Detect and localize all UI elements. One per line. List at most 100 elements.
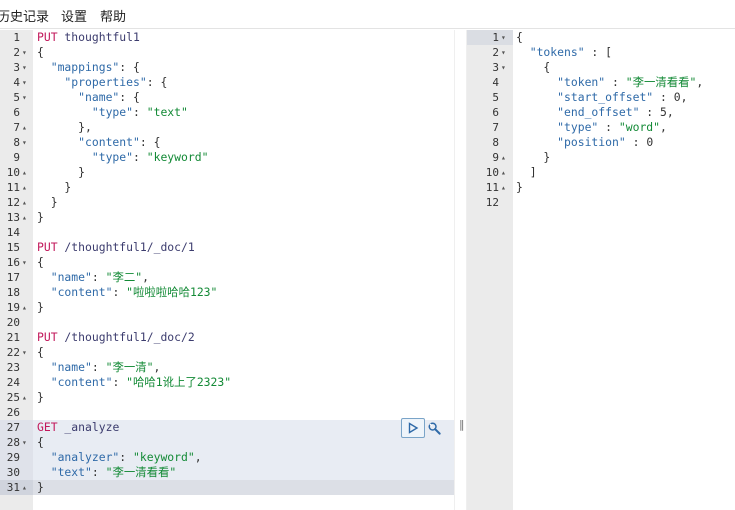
fold-open-icon[interactable]: ▾ bbox=[501, 45, 511, 60]
code-line[interactable]: 5 "start_offset" : 0, bbox=[467, 90, 735, 105]
response-lines[interactable]: 1 ▾{2 ▾ "tokens" : [3 ▾ {4 "token" : "李一清看看… bbox=[467, 30, 735, 210]
code-line[interactable]: 22 ▾{ bbox=[0, 345, 454, 360]
fold-close-icon[interactable]: ▴ bbox=[22, 480, 32, 495]
fold-open-icon[interactable]: ▾ bbox=[22, 135, 32, 150]
code-line[interactable]: 28 ▾{ bbox=[0, 435, 454, 450]
code-line[interactable]: 5 ▾ "name": { bbox=[0, 90, 454, 105]
line-number: 26 bbox=[6, 406, 20, 419]
code-line[interactable]: 11 ▴} bbox=[467, 180, 735, 195]
token-method: PUT bbox=[37, 30, 58, 44]
fold-open-icon[interactable]: ▾ bbox=[22, 435, 32, 450]
fold-open-icon[interactable]: ▾ bbox=[22, 60, 32, 75]
code-line[interactable]: 24 "content": "哈哈1讹上了2323" bbox=[0, 375, 454, 390]
code-line[interactable]: 15 PUT /thoughtful1/_doc/1 bbox=[0, 240, 454, 255]
token-punc: { bbox=[516, 30, 523, 44]
code-line[interactable]: 9 "type": "keyword" bbox=[0, 150, 454, 165]
code-line[interactable]: 12 bbox=[467, 195, 735, 210]
code-line[interactable]: 2 ▾ "tokens" : [ bbox=[467, 45, 735, 60]
code-line[interactable]: 14 bbox=[0, 225, 454, 240]
token-key: "properties" bbox=[37, 75, 147, 89]
code-line[interactable]: 8 ▾ "content": { bbox=[0, 135, 454, 150]
token-punc: } bbox=[37, 195, 58, 209]
token-punc: : bbox=[91, 270, 106, 284]
token-punc: { bbox=[37, 45, 44, 59]
fold-close-icon[interactable]: ▴ bbox=[22, 120, 32, 135]
code-line[interactable]: 2 ▾{ bbox=[0, 45, 454, 60]
fold-close-icon[interactable]: ▴ bbox=[22, 180, 32, 195]
fold-close-icon[interactable]: ▴ bbox=[22, 300, 32, 315]
menu-settings[interactable]: 设置 bbox=[61, 6, 87, 25]
code-line[interactable]: 27 GET _analyze bbox=[0, 420, 454, 435]
code-text: "analyzer": "keyword", bbox=[37, 450, 202, 465]
token-punc: : bbox=[133, 150, 147, 164]
token-punc: : { bbox=[146, 75, 168, 89]
code-line[interactable]: 10 ▴ ] bbox=[467, 165, 735, 180]
code-line[interactable]: 13 ▴} bbox=[0, 210, 454, 225]
code-line[interactable]: 16 ▾{ bbox=[0, 255, 454, 270]
token-key: "tokens" bbox=[516, 45, 585, 59]
code-line[interactable]: 17 "name": "李二", bbox=[0, 270, 454, 285]
code-line[interactable]: 20 bbox=[0, 315, 454, 330]
line-number: 15 bbox=[6, 241, 20, 254]
token-method: PUT bbox=[37, 330, 58, 344]
code-line[interactable]: 25 ▴} bbox=[0, 390, 454, 405]
code-line[interactable]: 26 bbox=[0, 405, 454, 420]
code-line[interactable]: 9 ▴ } bbox=[467, 150, 735, 165]
menu-history[interactable]: 历史记录 bbox=[0, 6, 49, 25]
line-number: 6 bbox=[13, 106, 20, 119]
token-key: "name" bbox=[37, 90, 120, 104]
code-line[interactable]: 3 ▾ "mappings": { bbox=[0, 60, 454, 75]
line-number: 20 bbox=[6, 316, 20, 329]
fold-close-icon[interactable]: ▴ bbox=[501, 165, 511, 180]
code-line[interactable]: 6 "end_offset" : 5, bbox=[467, 105, 735, 120]
fold-close-icon[interactable]: ▴ bbox=[22, 195, 32, 210]
code-line[interactable]: 18 "content": "啦啦啦哈哈123" bbox=[0, 285, 454, 300]
code-line[interactable]: 1 ▾{ bbox=[467, 30, 735, 45]
code-line[interactable]: 1 PUT thoughtful1 bbox=[0, 30, 454, 45]
token-key: "token" bbox=[516, 75, 606, 89]
code-line[interactable]: 29 "analyzer": "keyword", bbox=[0, 450, 454, 465]
fold-open-icon[interactable]: ▾ bbox=[501, 60, 511, 75]
code-line[interactable]: 23 "name": "李一清", bbox=[0, 360, 454, 375]
fold-close-icon[interactable]: ▴ bbox=[22, 210, 32, 225]
code-text: "content": "啦啦啦哈哈123" bbox=[37, 285, 218, 300]
fold-close-icon[interactable]: ▴ bbox=[22, 165, 32, 180]
code-line[interactable]: 6 "type": "text" bbox=[0, 105, 454, 120]
fold-close-icon[interactable]: ▴ bbox=[501, 180, 511, 195]
code-line[interactable]: 21 PUT /thoughtful1/_doc/2 bbox=[0, 330, 454, 345]
request-settings-button[interactable] bbox=[426, 420, 442, 436]
response-editor[interactable]: 1 ▾{2 ▾ "tokens" : [3 ▾ {4 "token" : "李一清看看… bbox=[467, 30, 735, 510]
code-line[interactable]: 7 "type" : "word", bbox=[467, 120, 735, 135]
token-punc: : bbox=[91, 465, 106, 479]
fold-close-icon[interactable]: ▴ bbox=[501, 150, 511, 165]
code-line[interactable]: 7 ▴ }, bbox=[0, 120, 454, 135]
token-punc: } bbox=[37, 300, 44, 314]
code-line[interactable]: 30 "text": "李一清看看" bbox=[0, 465, 454, 480]
request-editor[interactable]: 1 PUT thoughtful1 2 ▾{3 ▾ "mappings": {4 ▾ "p… bbox=[0, 30, 454, 510]
code-line[interactable]: 8 "position" : 0 bbox=[467, 135, 735, 150]
fold-open-icon[interactable]: ▾ bbox=[22, 45, 32, 60]
run-request-button[interactable] bbox=[401, 418, 425, 438]
fold-open-icon[interactable]: ▾ bbox=[22, 345, 32, 360]
menu-help[interactable]: 帮助 bbox=[100, 6, 126, 25]
code-line[interactable]: 12 ▴ } bbox=[0, 195, 454, 210]
resize-handle-icon[interactable]: ‖ bbox=[459, 418, 465, 431]
request-lines[interactable]: 1 PUT thoughtful1 2 ▾{3 ▾ "mappings": {4 ▾ "p… bbox=[0, 30, 454, 495]
code-line[interactable]: 4 ▾ "properties": { bbox=[0, 75, 454, 90]
code-line[interactable]: 19 ▴} bbox=[0, 300, 454, 315]
code-line[interactable]: 3 ▾ { bbox=[467, 60, 735, 75]
fold-close-icon[interactable]: ▴ bbox=[22, 390, 32, 405]
code-line[interactable]: 10 ▴ } bbox=[0, 165, 454, 180]
token-punc: : bbox=[639, 105, 661, 119]
code-line[interactable]: 31 ▴} bbox=[0, 480, 454, 495]
fold-open-icon[interactable]: ▾ bbox=[22, 255, 32, 270]
token-str: "word" bbox=[618, 120, 661, 134]
code-text: ] bbox=[516, 165, 537, 180]
fold-open-icon[interactable]: ▾ bbox=[501, 30, 511, 45]
panel-resizer[interactable]: ‖ bbox=[454, 30, 467, 510]
fold-open-icon[interactable]: ▾ bbox=[22, 90, 32, 105]
code-line[interactable]: 4 "token" : "李一清看看", bbox=[467, 75, 735, 90]
line-number: 1 bbox=[13, 31, 20, 44]
fold-open-icon[interactable]: ▾ bbox=[22, 75, 32, 90]
code-line[interactable]: 11 ▴ } bbox=[0, 180, 454, 195]
